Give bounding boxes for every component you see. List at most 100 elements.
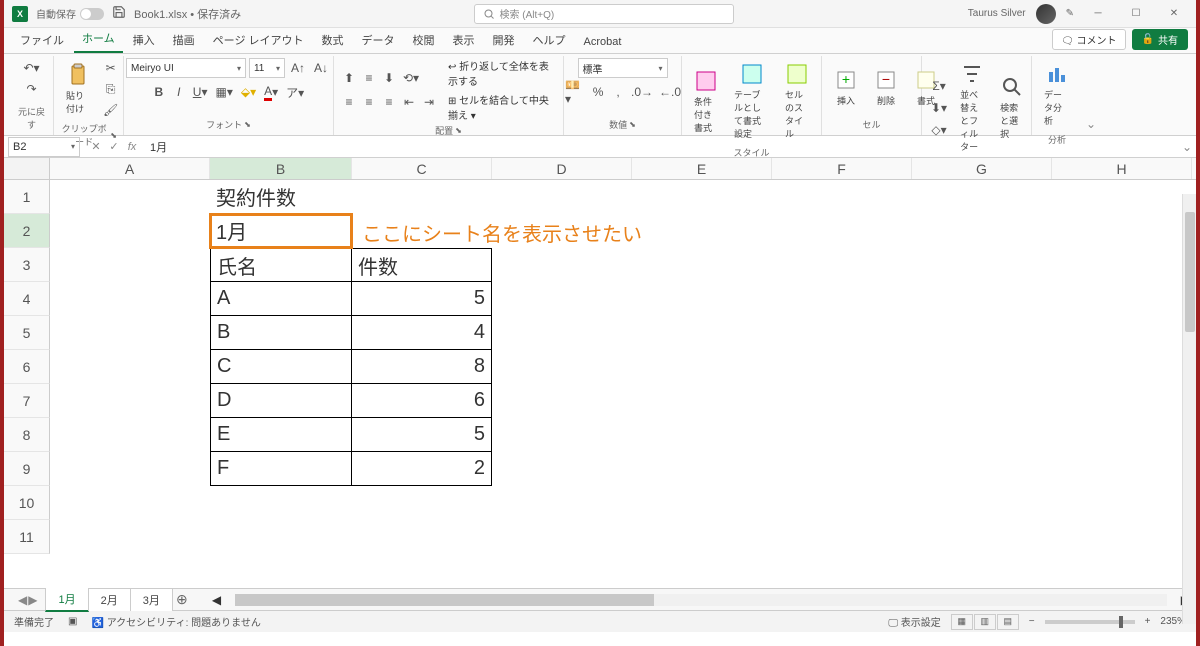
col-header-C[interactable]: C	[352, 158, 492, 179]
cell-B10[interactable]	[210, 486, 352, 520]
cell-E6[interactable]	[632, 350, 772, 384]
copy-button[interactable]: ⎘	[100, 79, 121, 99]
pen-icon[interactable]: ✎	[1066, 8, 1074, 19]
paste-button[interactable]: 貼り付け	[60, 59, 96, 119]
increase-font-button[interactable]: A↑	[288, 58, 308, 78]
cell-E10[interactable]	[632, 486, 772, 520]
col-header-G[interactable]: G	[912, 158, 1052, 179]
cell-G1[interactable]	[912, 180, 1052, 214]
cell-B11[interactable]	[210, 520, 352, 554]
tab-pagelayout[interactable]: ページ レイアウト	[205, 27, 312, 53]
cell-D4[interactable]	[492, 282, 632, 316]
tab-developer[interactable]: 開発	[485, 27, 523, 53]
search-input[interactable]: 検索 (Alt+Q)	[474, 4, 734, 24]
cell-E1[interactable]	[632, 180, 772, 214]
zoom-out-button[interactable]: −	[1029, 616, 1035, 627]
currency-button[interactable]: 💴▾	[562, 82, 587, 102]
orientation-button[interactable]: ⟲▾	[400, 68, 422, 88]
align-bottom-button[interactable]: ⬇	[380, 68, 398, 88]
formatpainter-button[interactable]: 🖌	[100, 100, 121, 120]
cell-H10[interactable]	[1052, 486, 1192, 520]
autosum-button[interactable]: Σ▾	[928, 76, 950, 96]
row-header-3[interactable]: 3	[4, 248, 50, 282]
cell-A6[interactable]	[50, 350, 210, 384]
underline-button[interactable]: U▾	[190, 82, 211, 102]
sheet-nav-next[interactable]: ▶	[28, 593, 37, 607]
conditional-format-button[interactable]: 条件付き書式	[688, 65, 724, 138]
cell-A11[interactable]	[50, 520, 210, 554]
border-button[interactable]: ▦▾	[212, 82, 235, 102]
cell-B1[interactable]: 契約件数	[210, 180, 352, 214]
comma-button[interactable]: ,	[609, 82, 627, 102]
cell-F8[interactable]	[772, 418, 912, 452]
row-header-8[interactable]: 8	[4, 418, 50, 452]
cell-G4[interactable]	[912, 282, 1052, 316]
fillcolor-button[interactable]: ⬙▾	[238, 82, 259, 102]
tab-insert[interactable]: 挿入	[125, 27, 163, 53]
row-header-6[interactable]: 6	[4, 350, 50, 384]
tab-formulas[interactable]: 数式	[314, 27, 352, 53]
row-header-4[interactable]: 4	[4, 282, 50, 316]
expand-formula-button[interactable]: ⌄	[1178, 140, 1196, 154]
cell-E5[interactable]	[632, 316, 772, 350]
tab-acrobat[interactable]: Acrobat	[576, 31, 630, 53]
tab-review[interactable]: 校閲	[405, 27, 443, 53]
cell-H3[interactable]	[1052, 248, 1192, 282]
cell-C1[interactable]	[352, 180, 492, 214]
close-button[interactable]: ✕	[1160, 4, 1188, 24]
cell-F1[interactable]	[772, 180, 912, 214]
cell-D8[interactable]	[492, 418, 632, 452]
cell-C4[interactable]: 5	[352, 282, 492, 316]
zoom-in-button[interactable]: +	[1145, 616, 1151, 627]
cell-H9[interactable]	[1052, 452, 1192, 486]
cell-G3[interactable]	[912, 248, 1052, 282]
sheet-tab-2[interactable]: 2月	[88, 588, 131, 611]
row-header-5[interactable]: 5	[4, 316, 50, 350]
select-all-corner[interactable]	[4, 158, 50, 179]
cell-F11[interactable]	[772, 520, 912, 554]
cell-F3[interactable]	[772, 248, 912, 282]
align-left-button[interactable]: ≡	[340, 92, 358, 112]
font-name-select[interactable]: Meiryo UI▾	[126, 58, 246, 78]
pagebreak-view-button[interactable]: ▤	[997, 614, 1019, 630]
cell-G2[interactable]	[912, 214, 1052, 248]
cell-H11[interactable]	[1052, 520, 1192, 554]
cell-E7[interactable]	[632, 384, 772, 418]
cell-H8[interactable]	[1052, 418, 1192, 452]
cell-H1[interactable]	[1052, 180, 1192, 214]
cell-D7[interactable]	[492, 384, 632, 418]
cell-B7[interactable]: D	[210, 384, 352, 418]
cell-A4[interactable]	[50, 282, 210, 316]
name-box[interactable]: B2▾	[8, 137, 80, 157]
decrease-font-button[interactable]: A↓	[311, 58, 331, 78]
cell-G8[interactable]	[912, 418, 1052, 452]
cell-C10[interactable]	[352, 486, 492, 520]
avatar[interactable]	[1036, 4, 1056, 24]
cell-D5[interactable]	[492, 316, 632, 350]
number-format-select[interactable]: 標準▾	[578, 58, 668, 78]
align-middle-button[interactable]: ≡	[360, 68, 378, 88]
cell-E8[interactable]	[632, 418, 772, 452]
redo-button[interactable]: ↷	[23, 79, 41, 99]
cell-C8[interactable]: 5	[352, 418, 492, 452]
cell-F5[interactable]	[772, 316, 912, 350]
toggle-icon[interactable]	[80, 8, 104, 20]
cell-A7[interactable]	[50, 384, 210, 418]
cut-button[interactable]: ✂	[100, 58, 121, 78]
italic-button[interactable]: I	[170, 82, 188, 102]
tab-home[interactable]: ホーム	[74, 25, 123, 53]
cell-G7[interactable]	[912, 384, 1052, 418]
cell-C11[interactable]	[352, 520, 492, 554]
cell-A8[interactable]	[50, 418, 210, 452]
indent-dec-button[interactable]: ⇤	[400, 92, 418, 112]
data-analysis-button[interactable]: データ分析	[1038, 58, 1076, 131]
clear-button[interactable]: ◇▾	[928, 120, 950, 140]
col-header-F[interactable]: F	[772, 158, 912, 179]
merge-center-button[interactable]: ⊞ セルを結合して中央揃え ▾	[448, 92, 557, 122]
collapse-ribbon-button[interactable]: ⌄	[1082, 56, 1100, 135]
insert-cells-button[interactable]: +挿入	[828, 64, 864, 111]
share-button[interactable]: 🔓 共有	[1132, 29, 1188, 50]
col-header-A[interactable]: A	[50, 158, 210, 179]
align-top-button[interactable]: ⬆	[340, 68, 358, 88]
cancel-edit-button[interactable]: ✕	[88, 140, 104, 153]
